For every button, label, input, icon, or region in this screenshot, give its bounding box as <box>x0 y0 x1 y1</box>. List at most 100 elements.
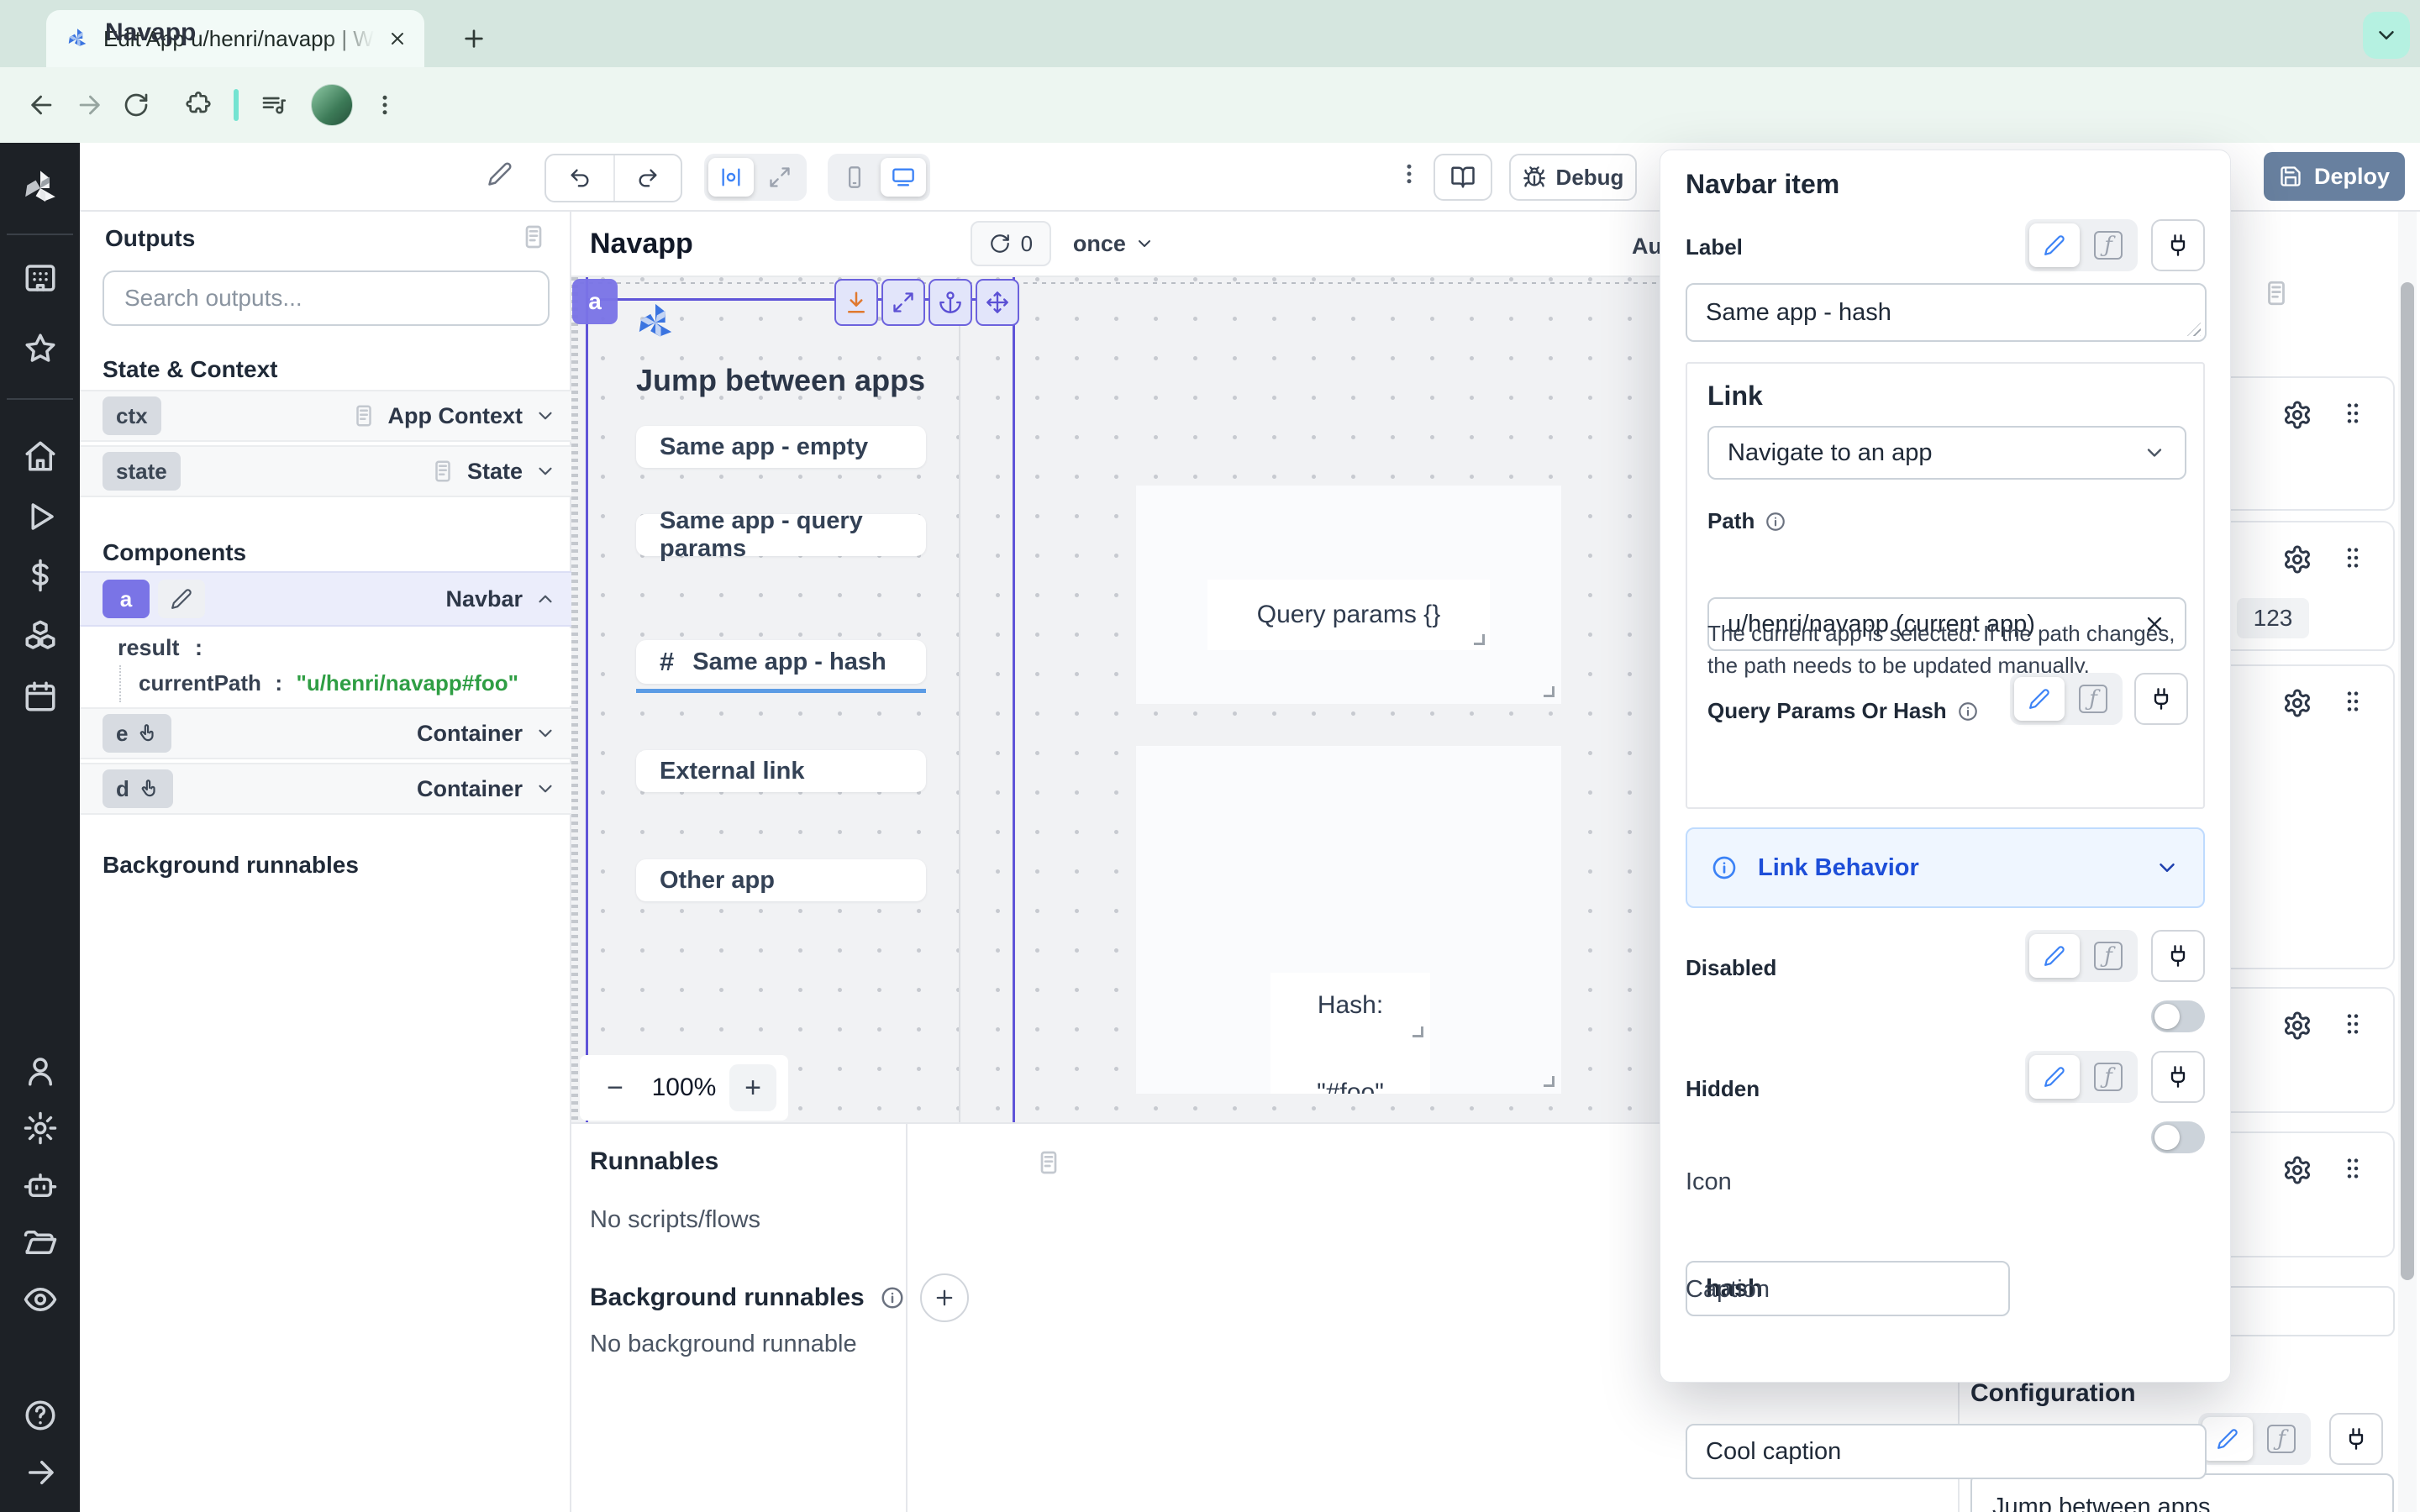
nav-item-query-params[interactable]: Same app - query params <box>636 514 926 556</box>
navbar-component-row[interactable]: a Navbar <box>80 571 571 627</box>
doc-icon[interactable] <box>430 459 455 484</box>
profile-avatar[interactable] <box>311 84 353 126</box>
refresh-counter[interactable]: 0 <box>971 221 1051 266</box>
caption-input[interactable]: Cool caption <box>1686 1424 2207 1479</box>
docs-icon[interactable] <box>1035 1149 1062 1176</box>
static-pencil-button[interactable] <box>2014 677 2065 721</box>
hidden-connect-plug-button[interactable] <box>2151 1051 2205 1103</box>
resources-boxes-icon[interactable] <box>23 618 58 654</box>
fn-mode-button[interactable]: ƒ <box>2083 223 2133 267</box>
debug-button[interactable]: Debug <box>1509 154 1637 201</box>
users-icon[interactable] <box>23 1053 58 1089</box>
fn-mode-button[interactable]: ƒ <box>2256 1417 2307 1461</box>
forward-icon[interactable] <box>66 81 113 129</box>
variables-dollar-icon[interactable] <box>23 558 58 593</box>
drag-handle-icon[interactable] <box>2339 544 2366 571</box>
label-textarea[interactable]: Same app - hash <box>1686 283 2207 342</box>
expand-down-button[interactable] <box>834 279 878 326</box>
docs-book-button[interactable] <box>1434 154 1492 201</box>
query-params-container[interactable]: Query params {} <box>1136 486 1561 704</box>
ctx-row[interactable]: ctx App Context <box>80 390 571 442</box>
chevron-down-icon[interactable] <box>534 722 556 744</box>
nav-item-empty[interactable]: Same app - empty <box>636 426 926 468</box>
currentPath-value[interactable]: "u/henri/navapp#foo" <box>297 670 518 696</box>
link-behavior-collapsible[interactable]: Link Behavior <box>1686 827 2205 908</box>
docs-icon[interactable] <box>520 223 547 250</box>
workspace-icon[interactable] <box>23 260 58 296</box>
title-connect-plug-button[interactable] <box>2329 1413 2383 1465</box>
item-settings-gear-icon[interactable] <box>2282 400 2312 430</box>
align-center-button[interactable] <box>708 158 754 197</box>
container-d-row[interactable]: d Container <box>80 763 571 815</box>
result-key[interactable]: result <box>118 635 180 660</box>
fn-mode-button[interactable]: ƒ <box>2083 934 2133 978</box>
state-row[interactable]: state State <box>80 445 571 497</box>
currentPath-key[interactable]: currentPath <box>139 670 261 696</box>
deploy-button[interactable]: Deploy <box>2264 152 2405 201</box>
media-controls-icon[interactable] <box>250 81 297 129</box>
static-pencil-button[interactable] <box>2029 934 2080 978</box>
rename-pencil-icon[interactable] <box>487 161 513 186</box>
disabled-connect-plug-button[interactable] <box>2151 930 2205 982</box>
hidden-toggle[interactable] <box>2151 1121 2205 1153</box>
item-settings-gear-icon[interactable] <box>2282 1155 2312 1185</box>
qph-connect-plug-button[interactable] <box>2134 673 2188 725</box>
move-button[interactable] <box>976 279 1019 326</box>
item-settings-gear-icon[interactable] <box>2282 688 2312 718</box>
windmill-logo[interactable] <box>18 166 62 210</box>
add-background-runnable-button[interactable] <box>920 1273 969 1322</box>
redo-button[interactable] <box>613 155 681 201</box>
static-pencil-button[interactable] <box>2029 1055 2080 1099</box>
settings-gear-icon[interactable] <box>23 1110 58 1146</box>
drag-handle-icon[interactable] <box>2339 688 2366 715</box>
disabled-toggle[interactable] <box>2151 1000 2205 1032</box>
chevron-down-icon[interactable] <box>534 460 556 482</box>
reload-icon[interactable] <box>113 81 160 129</box>
chevron-down-icon[interactable] <box>534 405 556 427</box>
static-pencil-button[interactable] <box>2202 1417 2253 1461</box>
fullscreen-button[interactable] <box>881 279 925 326</box>
refresh-mode-select[interactable]: once <box>1073 231 1155 257</box>
tab-search-chevron-button[interactable] <box>2363 12 2410 59</box>
tab-close-icon[interactable] <box>387 29 408 49</box>
hash-container[interactable]: Hash: "#foo" <box>1136 746 1561 1094</box>
edit-pencil-icon[interactable] <box>158 580 205 618</box>
chevron-down-icon[interactable] <box>534 778 556 800</box>
doc-icon[interactable] <box>351 403 376 428</box>
chevron-up-icon[interactable] <box>534 588 556 610</box>
folders-icon[interactable] <box>23 1225 58 1260</box>
drag-handle-icon[interactable] <box>2339 1011 2366 1037</box>
selected-component-badge[interactable]: a <box>572 279 618 324</box>
scrollbar-thumb[interactable] <box>2401 282 2414 1280</box>
fn-mode-button[interactable]: ƒ <box>2083 1055 2133 1099</box>
undo-button[interactable] <box>546 155 613 201</box>
label-connect-plug-button[interactable] <box>2151 219 2205 271</box>
audit-eye-icon[interactable] <box>23 1282 58 1317</box>
more-menu-icon[interactable] <box>1397 161 1422 191</box>
schedules-calendar-icon[interactable] <box>23 679 58 714</box>
zoom-out-button[interactable]: − <box>592 1064 639 1111</box>
fullwidth-button[interactable] <box>757 158 802 197</box>
container-e-row[interactable]: e Container <box>80 707 571 759</box>
expand-sidebar-arrow-icon[interactable] <box>23 1455 58 1490</box>
item-settings-gear-icon[interactable] <box>2282 1011 2312 1041</box>
drag-handle-icon[interactable] <box>2339 400 2366 427</box>
favorites-star-icon[interactable] <box>23 331 58 366</box>
browser-tab[interactable]: Edit App u/henri/navapp | Win <box>46 10 424 67</box>
workers-bot-icon[interactable] <box>23 1168 58 1203</box>
help-icon[interactable] <box>23 1398 58 1433</box>
search-input[interactable] <box>103 270 550 326</box>
zoom-in-button[interactable]: + <box>729 1064 776 1111</box>
browser-menu-icon[interactable] <box>361 81 408 129</box>
nav-item-external-link[interactable]: External link <box>636 750 926 792</box>
docs-icon[interactable] <box>2262 279 2291 307</box>
item-settings-gear-icon[interactable] <box>2282 544 2312 575</box>
new-tab-button[interactable] <box>454 18 494 59</box>
anchor-button[interactable] <box>929 279 972 326</box>
nav-item-hash[interactable]: # Same app - hash <box>636 640 926 684</box>
drag-handle-icon[interactable] <box>2339 1155 2366 1182</box>
link-type-select[interactable]: Navigate to an app <box>1707 426 2186 480</box>
nav-item-other-app[interactable]: Other app <box>636 859 926 901</box>
fn-mode-button[interactable]: ƒ <box>2068 677 2118 721</box>
desktop-view-button[interactable] <box>881 158 926 197</box>
